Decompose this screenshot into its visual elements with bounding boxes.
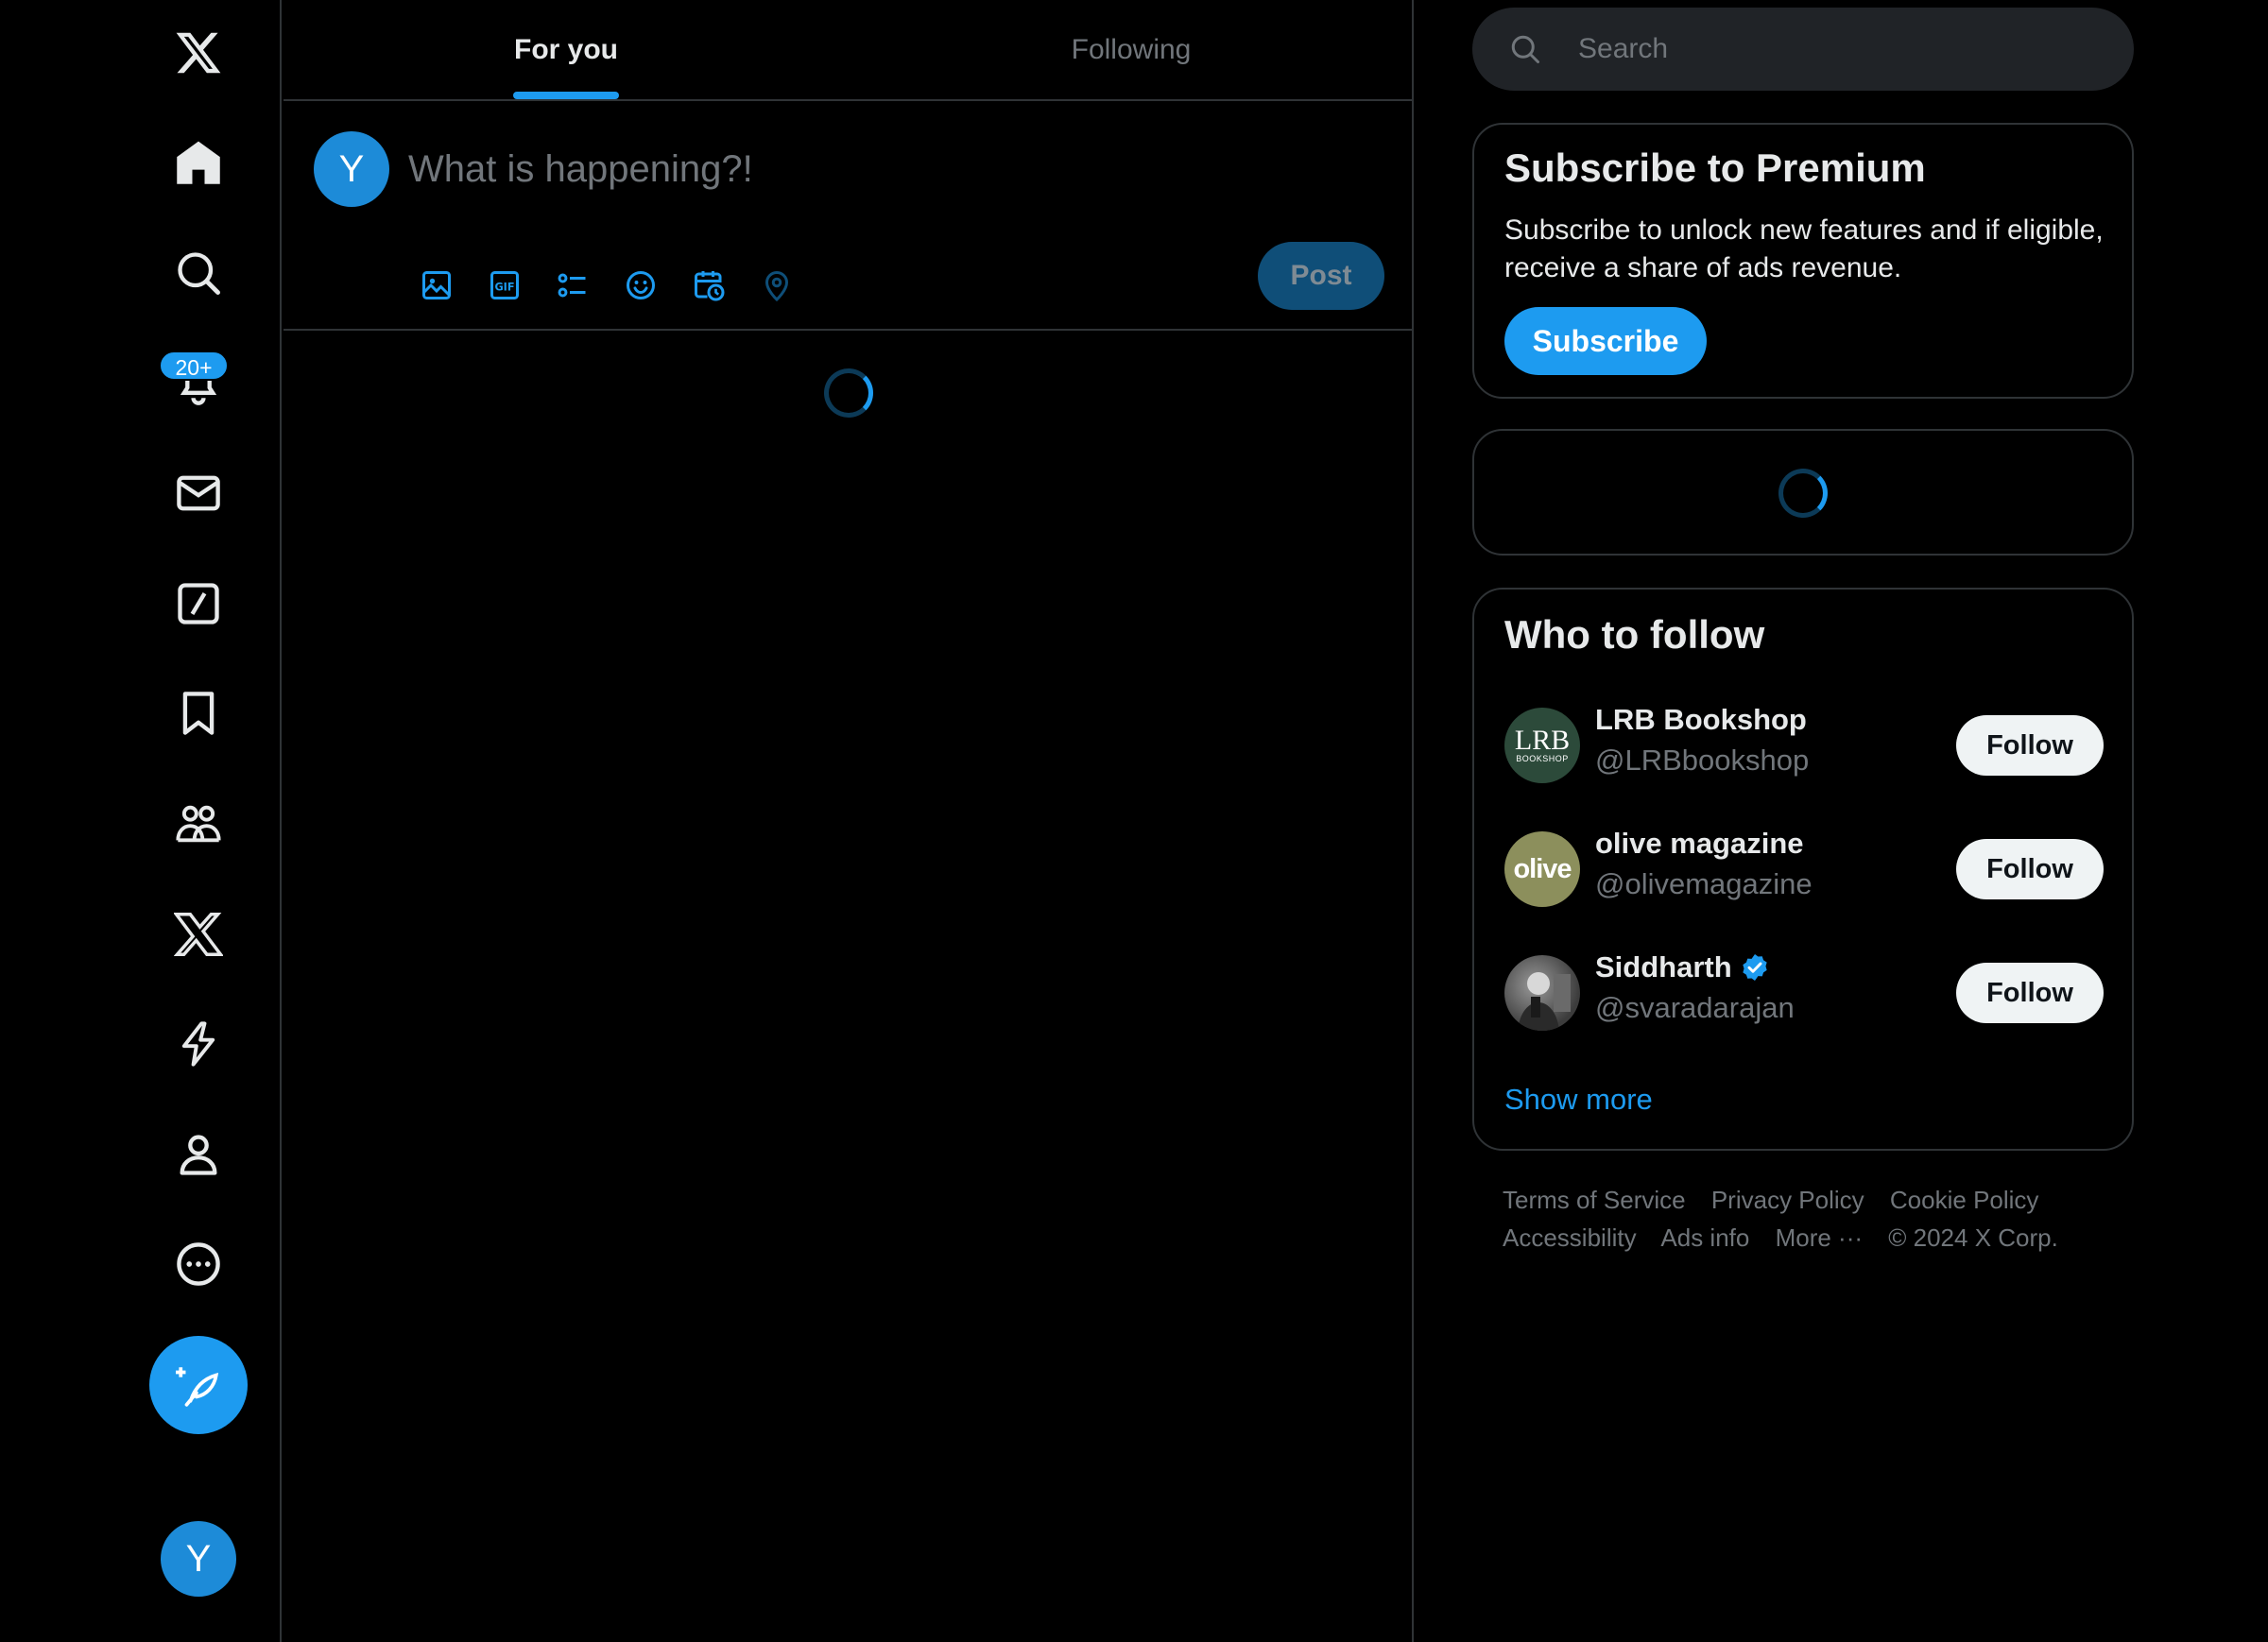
nav-more[interactable]	[151, 1217, 246, 1311]
app: 20+ Y For you Following Y What is happen…	[0, 0, 2268, 1642]
mail-icon	[177, 475, 220, 511]
svg-text:GIF: GIF	[494, 281, 514, 293]
footer-link-terms[interactable]: Terms of Service	[1503, 1186, 1686, 1214]
avatar-logo-subtext: BOOKSHOP	[1516, 754, 1569, 763]
schedule-button[interactable]	[675, 251, 743, 319]
account-name-text: Siddharth	[1595, 950, 1732, 983]
tab-label: Following	[1071, 33, 1192, 65]
post-button[interactable]: Post	[1258, 242, 1384, 310]
emoji-button[interactable]	[607, 251, 675, 319]
account-handle: @LRBbookshop	[1595, 744, 1810, 777]
search-bar[interactable]	[1472, 8, 2134, 91]
premium-card: Subscribe to Premium Subscribe to unlock…	[1472, 123, 2134, 399]
nav-home[interactable]	[151, 115, 246, 210]
gif-icon: GIF	[490, 271, 519, 299]
bookmark-icon	[182, 692, 215, 735]
timeline-tabs: For you Following	[284, 0, 1414, 101]
trends-loading-spinner	[1778, 469, 1828, 518]
show-more-link[interactable]: Show more	[1504, 1083, 1653, 1117]
timeline-column: For you Following Y GIF	[284, 0, 1414, 1642]
emoji-icon	[627, 271, 655, 299]
account-name-text: olive magazine	[1595, 827, 1804, 860]
location-icon	[765, 271, 789, 302]
footer-link-more[interactable]: More ···	[1776, 1223, 1863, 1252]
gif-button[interactable]: GIF	[471, 251, 539, 319]
account-name: Siddharth	[1595, 950, 1770, 984]
notifications-badge: 20+	[159, 351, 229, 381]
location-button[interactable]	[743, 251, 811, 319]
composer-avatar: Y	[314, 131, 389, 207]
nav-premium[interactable]	[151, 887, 246, 982]
nav-grok[interactable]	[151, 556, 246, 651]
person-photo-icon	[1518, 972, 1571, 1031]
footer-links: Terms of Service Privacy Policy Cookie P…	[1503, 1181, 2145, 1257]
nav-explore[interactable]	[151, 226, 246, 320]
avatar: olive	[1504, 831, 1580, 907]
avatar-logo-text: LRB	[1514, 725, 1571, 756]
nav-bookmarks[interactable]	[151, 666, 246, 761]
account-handle: @olivemagazine	[1595, 867, 1813, 900]
poll-icon	[558, 273, 586, 298]
compose-post-button[interactable]	[149, 1336, 248, 1434]
footer-link-cookies[interactable]: Cookie Policy	[1890, 1186, 2039, 1214]
follow-suggestion[interactable]: LRB BOOKSHOP LRB Bookshop @LRBbookshop F…	[1474, 684, 2132, 807]
tab-following[interactable]: Following	[849, 0, 1414, 99]
post-text-input[interactable]	[408, 143, 1164, 196]
tab-for-you[interactable]: For you	[284, 0, 849, 99]
search-icon	[1511, 35, 1539, 63]
follow-button[interactable]: Follow	[1956, 715, 2104, 776]
active-tab-indicator	[513, 92, 619, 99]
account-name: olive magazine	[1595, 827, 1804, 861]
grok-icon	[178, 583, 219, 624]
nav-communities[interactable]	[151, 777, 246, 871]
account-name: LRB Bookshop	[1595, 703, 1807, 737]
trends-card	[1472, 429, 2134, 556]
nav-notifications[interactable]	[151, 335, 246, 430]
timeline-loading-spinner	[824, 368, 873, 418]
avatar	[1504, 955, 1580, 1031]
follow-suggestion[interactable]: Siddharth @svaradarajan Follow	[1474, 932, 2132, 1054]
nav-x-logo[interactable]	[151, 6, 246, 100]
image-icon	[422, 271, 451, 299]
account-avatar[interactable]: Y	[161, 1521, 236, 1597]
poll-button[interactable]	[539, 251, 607, 319]
premium-title: Subscribe to Premium	[1504, 145, 1926, 190]
footer-link-privacy[interactable]: Privacy Policy	[1711, 1186, 1864, 1214]
avatar-logo-text: olive	[1513, 853, 1572, 884]
verified-badge-icon	[1743, 954, 1767, 981]
premium-description: Subscribe to unlock new features and if …	[1504, 214, 2104, 283]
post-composer: Y GIF	[284, 101, 1414, 331]
footer-link-accessibility[interactable]: Accessibility	[1503, 1223, 1637, 1252]
search-icon	[178, 252, 220, 295]
premium-x-icon	[174, 913, 223, 956]
account-handle: @svaradarajan	[1595, 991, 1795, 1024]
composer-toolbar: GIF	[403, 251, 811, 319]
lightning-icon	[181, 1021, 215, 1067]
subscribe-button[interactable]: Subscribe	[1504, 307, 1707, 375]
avatar: LRB BOOKSHOP	[1504, 708, 1580, 783]
nav-messages[interactable]	[151, 446, 246, 540]
follow-button[interactable]: Follow	[1956, 839, 2104, 899]
footer-copyright: © 2024 X Corp.	[1888, 1223, 2058, 1252]
who-to-follow-card: Who to follow LRB BOOKSHOP LRB Bookshop …	[1472, 588, 2134, 1151]
account-name-text: LRB Bookshop	[1595, 703, 1807, 736]
who-to-follow-title: Who to follow	[1504, 612, 1765, 657]
follow-suggestion[interactable]: olive olive magazine @olivemagazine Foll…	[1474, 808, 2132, 931]
follow-button[interactable]: Follow	[1956, 963, 2104, 1023]
tab-label: For you	[514, 33, 618, 65]
communities-icon	[176, 805, 221, 843]
profile-icon	[180, 1135, 217, 1175]
x-logo-icon	[176, 32, 221, 74]
more-circle-icon	[177, 1242, 220, 1286]
search-input[interactable]	[1578, 26, 2107, 72]
sidebar-nav: 20+ Y	[0, 0, 282, 1642]
feather-plus-icon	[176, 1367, 219, 1407]
media-button[interactable]	[403, 251, 471, 319]
nav-profile[interactable]	[151, 1107, 246, 1202]
schedule-icon	[695, 271, 725, 301]
footer-link-ads-info[interactable]: Ads info	[1660, 1223, 1749, 1252]
home-icon	[177, 141, 220, 184]
nav-verified-orgs[interactable]	[151, 997, 246, 1091]
